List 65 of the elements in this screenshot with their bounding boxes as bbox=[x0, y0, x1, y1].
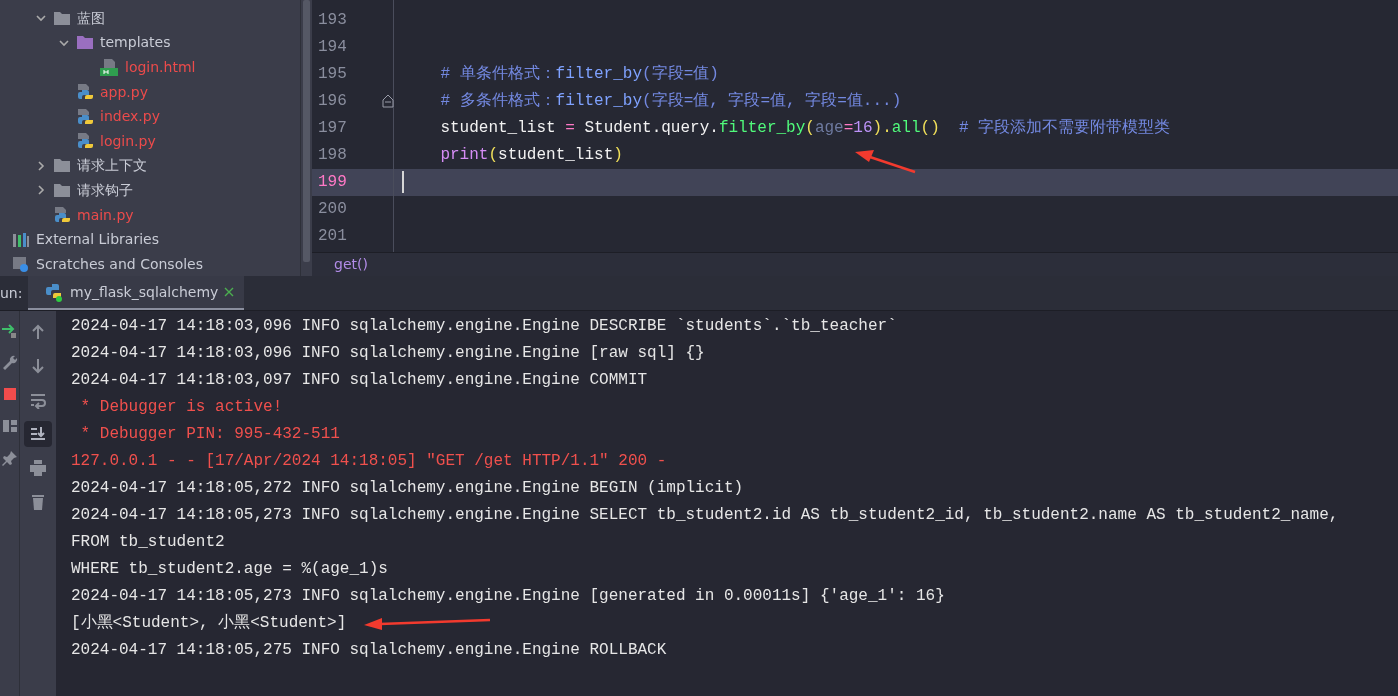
python-run-icon bbox=[44, 282, 64, 302]
tree-item[interactable]: 蓝图 bbox=[77, 7, 105, 29]
code-line: student_list = Student.query.filter_by(age=16).all() # 字段添加不需要附带模型类 bbox=[439, 119, 1171, 137]
console-line: 2024-04-17 14:18:05,272 INFO sqlalchemy.engine.Engine BEGIN (implicit) bbox=[71, 478, 744, 499]
chevron-icon[interactable] bbox=[35, 184, 47, 197]
trash-icon bbox=[29, 493, 47, 511]
line-number: 200 bbox=[317, 199, 348, 220]
line-number: 195 bbox=[317, 64, 348, 85]
line-number: 193 bbox=[317, 10, 348, 31]
code-line: print(student_list) bbox=[439, 146, 623, 164]
wrench-icon[interactable] bbox=[1, 353, 19, 371]
breadcrumb-item[interactable]: get() bbox=[312, 253, 1398, 276]
html-file-icon bbox=[99, 58, 119, 77]
scrollbar-thumb[interactable] bbox=[303, 0, 310, 262]
python-file-icon bbox=[76, 83, 94, 102]
tree-item[interactable]: Scratches and Consoles bbox=[36, 253, 203, 275]
code-line: # 多条件格式：filter_by(字段=值, 字段=值, 字段=值...) bbox=[439, 92, 902, 110]
folder-icon bbox=[53, 158, 71, 174]
console-line: * Debugger PIN: 995-432-511 bbox=[79, 424, 340, 445]
console-line: * Debugger is active! bbox=[79, 397, 283, 418]
console-line: 2024-04-17 14:18:03,097 INFO sqlalchemy.engine.Engine COMMIT bbox=[71, 370, 648, 391]
python-file-icon bbox=[76, 132, 94, 151]
console-line: 127.0.0.1 - - [17/Apr/2024 14:18:05] "GET /get HTTP/1.1" 200 - bbox=[71, 451, 667, 472]
close-icon bbox=[224, 287, 235, 297]
console-line: 2024-04-17 14:18:03,096 INFO sqlalchemy.engine.Engine DESCRIBE `students`.`tb_teacher` bbox=[71, 316, 897, 337]
tree-item[interactable]: 请求钩子 bbox=[77, 179, 133, 201]
line-number: 201 bbox=[317, 226, 348, 247]
console-line: 2024-04-17 14:18:05,275 INFO sqlalchemy.engine.Engine ROLLBACK bbox=[71, 640, 667, 661]
stop-icon[interactable] bbox=[1, 385, 19, 403]
printer-icon bbox=[29, 459, 47, 477]
folder-icon bbox=[53, 182, 71, 198]
console-line: 2024-04-17 14:18:05,273 INFO sqlalchemy.engine.Engine [generated in 0.00011s] {'age_1': 16} bbox=[71, 586, 945, 607]
scroll-to-end-icon bbox=[29, 425, 47, 443]
line-number: 198 bbox=[317, 145, 348, 166]
pin-icon[interactable] bbox=[1, 449, 19, 467]
tree-item[interactable]: 请求上下文 bbox=[77, 155, 147, 177]
soft-wrap-icon bbox=[29, 391, 47, 409]
run-tab[interactable]: my_flask_sqlalchemy bbox=[28, 276, 245, 310]
line-number: 196 bbox=[312, 88, 393, 115]
scroll-to-end-button[interactable] bbox=[24, 421, 52, 447]
python-file-icon bbox=[53, 206, 71, 225]
console-line: [小黑<Student>, 小黑<Student>] bbox=[71, 613, 347, 634]
line-number: 194 bbox=[317, 37, 348, 58]
console-line: WHERE tb_student2.age = %(age_1)s bbox=[71, 559, 388, 580]
chevron-icon[interactable] bbox=[35, 159, 47, 172]
panel-label: un: bbox=[0, 284, 24, 303]
rerun-icon[interactable] bbox=[1, 321, 19, 339]
folder-icon bbox=[53, 10, 71, 26]
python-file-icon bbox=[76, 107, 94, 126]
console-line: 2024-04-17 14:18:03,096 INFO sqlalchemy.engine.Engine [raw sql] {} bbox=[71, 343, 705, 364]
tree-item[interactable]: templates bbox=[100, 32, 171, 54]
code-line: # 单条件格式：filter_by(字段=值) bbox=[439, 65, 719, 83]
tree-item[interactable]: External Libraries bbox=[36, 229, 159, 251]
console-line: FROM tb_student2 bbox=[71, 532, 225, 553]
folder-icon bbox=[76, 35, 94, 51]
fold-icon bbox=[382, 94, 394, 108]
annotation-arrow bbox=[855, 150, 916, 174]
text-cursor bbox=[402, 170, 404, 193]
scratches-icon bbox=[12, 256, 30, 273]
line-number: 199 bbox=[312, 169, 393, 196]
layout-icon[interactable] bbox=[1, 417, 19, 435]
arrow-down-icon bbox=[29, 357, 47, 375]
console-line: 2024-04-17 14:18:05,273 INFO sqlalchemy.engine.Engine SELECT tb_student2.id AS tb_student2_id, tb_student2.name AS tb_student2_name, bbox=[71, 505, 1339, 526]
line-number: 197 bbox=[317, 118, 348, 139]
library-icon bbox=[12, 231, 30, 248]
